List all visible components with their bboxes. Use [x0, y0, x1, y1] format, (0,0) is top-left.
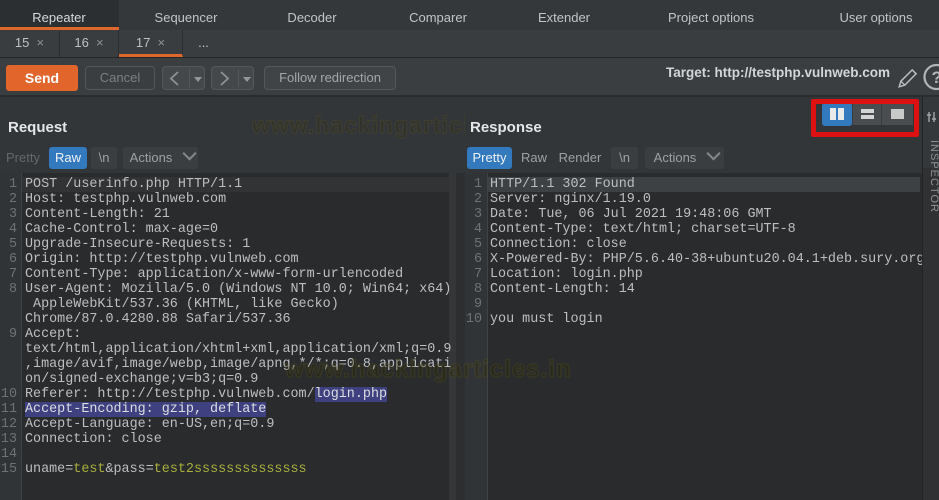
svg-text:?: ?	[932, 68, 939, 87]
